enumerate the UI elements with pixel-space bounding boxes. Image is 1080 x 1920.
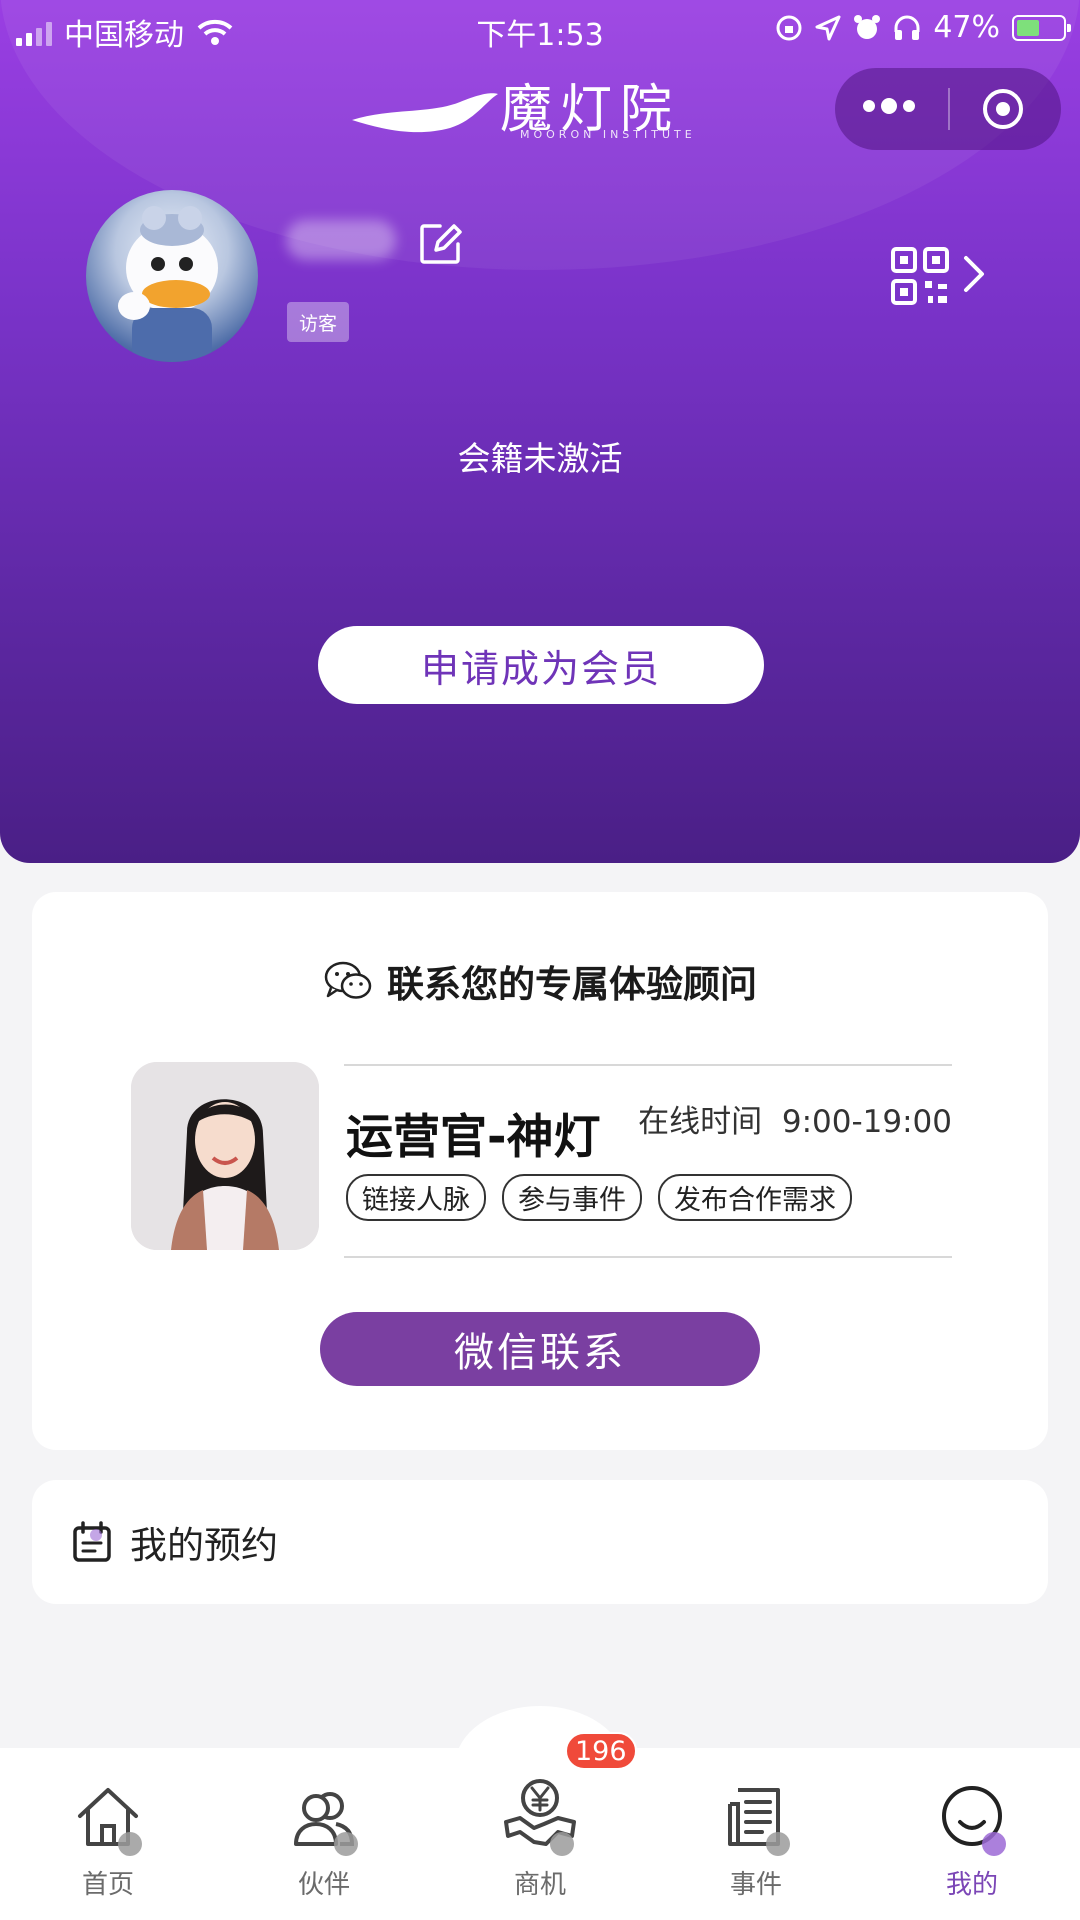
tab-partners-label: 伙伴 (297, 1870, 350, 1900)
username-blurred (286, 220, 396, 260)
tab-business[interactable]: 商机 (470, 1778, 610, 1901)
tab-home-dot (118, 1832, 142, 1856)
qr-code-icon[interactable] (890, 246, 950, 306)
tab-home[interactable]: 首页 (38, 1778, 178, 1901)
wechat-contact-button[interactable]: 微信联系 (320, 1312, 760, 1386)
wechat-icon (324, 961, 372, 999)
brand-logo: 魔灯院 MOORON INSTITUTE (350, 70, 750, 150)
membership-status: 会籍未激活 (457, 439, 623, 478)
brand-subtitle: MOORON INSTITUTE (520, 128, 696, 141)
tab-events-dot (766, 1832, 790, 1856)
miniprogram-capsule (835, 68, 1061, 150)
tab-home-label: 首页 (81, 1870, 134, 1900)
business-count-badge: 196 (565, 1732, 637, 1770)
tab-partners-dot (334, 1832, 358, 1856)
capsule-divider (948, 88, 950, 130)
tab-mine-dot (982, 1832, 1006, 1856)
advisor-card-title: 联系您的专属体验顾问 (32, 954, 1048, 1008)
tab-mine-label: 我的 (945, 1870, 998, 1900)
tab-business-label: 商机 (513, 1870, 566, 1900)
tab-events[interactable]: 事件 (686, 1778, 826, 1901)
tag-post-cooperation: 发布合作需求 (658, 1174, 852, 1221)
headphones-icon (894, 15, 920, 40)
tab-events-label: 事件 (729, 1870, 782, 1900)
close-miniprogram-icon[interactable] (983, 89, 1023, 129)
advisor-card: 联系您的专属体验顾问 运营官-神灯 在线时间 9:00-19:00 链接人脉 参… (32, 892, 1048, 1450)
location-icon (815, 15, 841, 40)
calendar-icon (73, 1521, 111, 1562)
battery-icon (1012, 14, 1071, 41)
tag-join-events: 参与事件 (502, 1174, 642, 1221)
advisor-photo (131, 1062, 319, 1250)
alarm-icon (854, 14, 881, 39)
advisor-portrait (131, 1062, 319, 1250)
my-reservations-row[interactable]: 我的预约 (32, 1480, 1048, 1604)
avatar[interactable] (86, 190, 258, 362)
chevron-right-icon[interactable] (962, 254, 986, 294)
online-time: 在线时间 9:00-19:00 (638, 1096, 952, 1141)
visitor-badge: 访客 (287, 302, 349, 342)
advisor-info: 运营官-神灯 在线时间 9:00-19:00 链接人脉 参与事件 发布合作需求 (344, 1064, 952, 1258)
battery-percent: 47% (933, 10, 1000, 45)
tab-mine[interactable]: 我的 (902, 1778, 1042, 1901)
orientation-lock-icon (776, 15, 802, 40)
status-bar: 中国移动 下午1:53 47% (0, 0, 1080, 56)
tab-partners[interactable]: 伙伴 (254, 1778, 394, 1901)
tag-connect-network: 链接人脉 (346, 1174, 486, 1221)
online-time-value: 9:00-19:00 (781, 1104, 952, 1140)
online-time-label: 在线时间 (638, 1104, 763, 1140)
lamp-logo-icon (352, 93, 498, 133)
apply-membership-button[interactable]: 申请成为会员 (318, 626, 764, 704)
advisor-card-title-text: 联系您的专属体验顾问 (387, 963, 757, 1006)
edit-name-icon[interactable] (418, 222, 462, 266)
my-reservations-label: 我的预约 (130, 1524, 278, 1567)
advisor-tags: 链接人脉 参与事件 发布合作需求 (346, 1174, 852, 1221)
avatar-image (118, 206, 218, 362)
advisor-name: 运营官-神灯 (346, 1110, 601, 1165)
profile-header: 中国移动 下午1:53 47% 魔灯院 MOORON INSTITUTE 访客 … (0, 0, 1080, 863)
tab-business-dot (550, 1832, 574, 1856)
more-menu-icon[interactable] (863, 98, 915, 114)
